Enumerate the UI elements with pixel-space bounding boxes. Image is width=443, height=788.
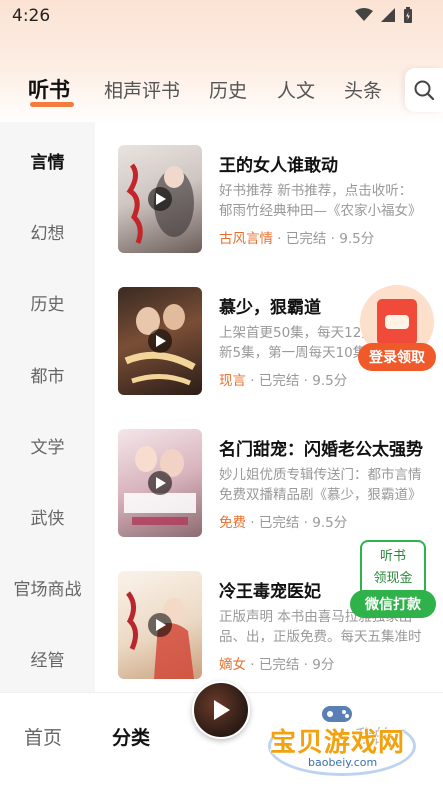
search-icon	[414, 80, 435, 101]
nav-category[interactable]: 分类	[112, 723, 150, 750]
play-icon	[148, 613, 172, 637]
book-status: · 已完结 · 9.5分	[246, 373, 348, 389]
login-claim-button[interactable]: 登录领取	[358, 343, 436, 371]
category-sidebar: 言情 幻想 历史 都市 文学 武侠 官场商战 经管	[0, 122, 95, 692]
tab-humanities[interactable]: 人文	[277, 76, 315, 103]
book-meta: 古风言情 · 已完结 · 9.5分	[219, 227, 374, 247]
book-title: 名门甜宠：闪婚老公太强势	[219, 440, 423, 460]
red-packet-widget[interactable]: 登录领取	[358, 285, 436, 375]
book-status: · 已完结 · 9分	[246, 657, 335, 673]
book-title: 王的女人谁敢动	[219, 156, 338, 176]
sidebar-item-management[interactable]: 经管	[0, 646, 95, 671]
book-tag: 古风言情	[219, 231, 273, 247]
tab-headlines[interactable]: 头条	[344, 76, 382, 103]
book-item[interactable]: 名门甜宠：闪婚老公太强势 妙儿姐优质专辑传送门：都市言情免费双播精品剧《慕少，狠…	[118, 429, 438, 539]
battery-icon	[404, 7, 412, 23]
sidebar-item-urban[interactable]: 都市	[0, 362, 95, 387]
wifi-icon	[355, 8, 373, 21]
nav-home[interactable]: 首页	[24, 723, 62, 750]
play-icon	[148, 187, 172, 211]
sidebar-item-martial[interactable]: 武侠	[0, 504, 95, 529]
play-icon	[148, 471, 172, 495]
status-bar: 4:26	[0, 0, 443, 32]
watermark-text: 宝贝游戏网	[270, 728, 406, 758]
book-meta: 现言 · 已完结 · 9.5分	[219, 369, 347, 389]
book-item[interactable]: 王的女人谁敢动 好书推荐 新书推荐，点击收听：郁雨竹经典种田—《农家小福女》 古…	[118, 145, 438, 255]
tab-listen[interactable]: 听书	[28, 74, 70, 104]
sidebar-item-history[interactable]: 历史	[0, 290, 95, 315]
gamepad-icon	[322, 706, 352, 722]
now-playing-button[interactable]	[192, 681, 250, 739]
book-cover[interactable]	[118, 571, 202, 679]
sidebar-item-literature[interactable]: 文学	[0, 433, 95, 458]
status-icons	[355, 7, 413, 23]
book-cover[interactable]	[118, 287, 202, 395]
category-tabs: 听书 相声评书 历史 人文 头条	[0, 66, 443, 116]
active-tab-indicator	[30, 102, 74, 107]
tab-crosstalk[interactable]: 相声评书	[104, 76, 180, 103]
watermark-url: baobeiy.com	[308, 756, 378, 769]
search-button[interactable]	[405, 68, 443, 112]
book-tag: 嫡女	[219, 657, 246, 673]
signal-icon	[381, 8, 395, 22]
book-cover[interactable]	[118, 145, 202, 253]
tab-history[interactable]: 历史	[209, 76, 247, 103]
book-status: · 已完结 · 9.5分	[246, 515, 348, 531]
play-icon	[214, 700, 230, 720]
red-envelope-icon	[377, 299, 417, 345]
cash-reward-widget[interactable]: 听书 领现金 微信打款	[350, 540, 436, 620]
book-description: 妙儿姐优质专辑传送门：都市言情免费双播精品剧《慕少，狠霸道》	[219, 467, 422, 503]
book-meta: 嫡女 · 已完结 · 9分	[219, 653, 334, 673]
sidebar-item-romance[interactable]: 言情	[0, 148, 95, 173]
cash-reward-line2: 领现金	[373, 571, 413, 586]
book-status: · 已完结 · 9.5分	[273, 231, 375, 247]
sidebar-item-business[interactable]: 官场商战	[0, 575, 95, 600]
book-tag: 现言	[219, 373, 246, 389]
status-time: 4:26	[12, 6, 51, 26]
sidebar-item-fantasy[interactable]: 幻想	[0, 219, 95, 244]
book-tag: 免费	[219, 515, 246, 531]
watermark: 宝贝游戏网 baobeiy.com	[262, 700, 422, 780]
wechat-payout-button[interactable]: 微信打款	[350, 590, 436, 618]
cash-reward-line1: 听书	[379, 549, 406, 564]
book-meta: 免费 · 已完结 · 9.5分	[219, 511, 347, 531]
book-description: 好书推荐 新书推荐，点击收听：郁雨竹经典种田—《农家小福女》	[219, 183, 422, 219]
play-icon	[148, 329, 172, 353]
book-cover[interactable]	[118, 429, 202, 537]
